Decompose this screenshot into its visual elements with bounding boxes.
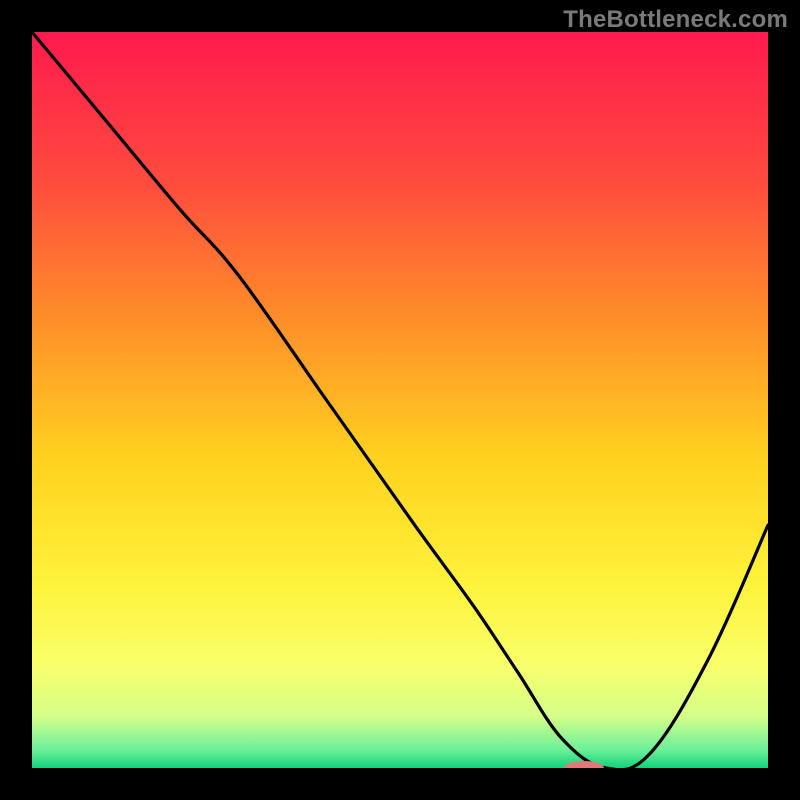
chart-frame: [32, 32, 768, 768]
bottleneck-chart: [32, 32, 768, 768]
gradient-background: [32, 32, 768, 768]
watermark-text: TheBottleneck.com: [563, 6, 788, 34]
